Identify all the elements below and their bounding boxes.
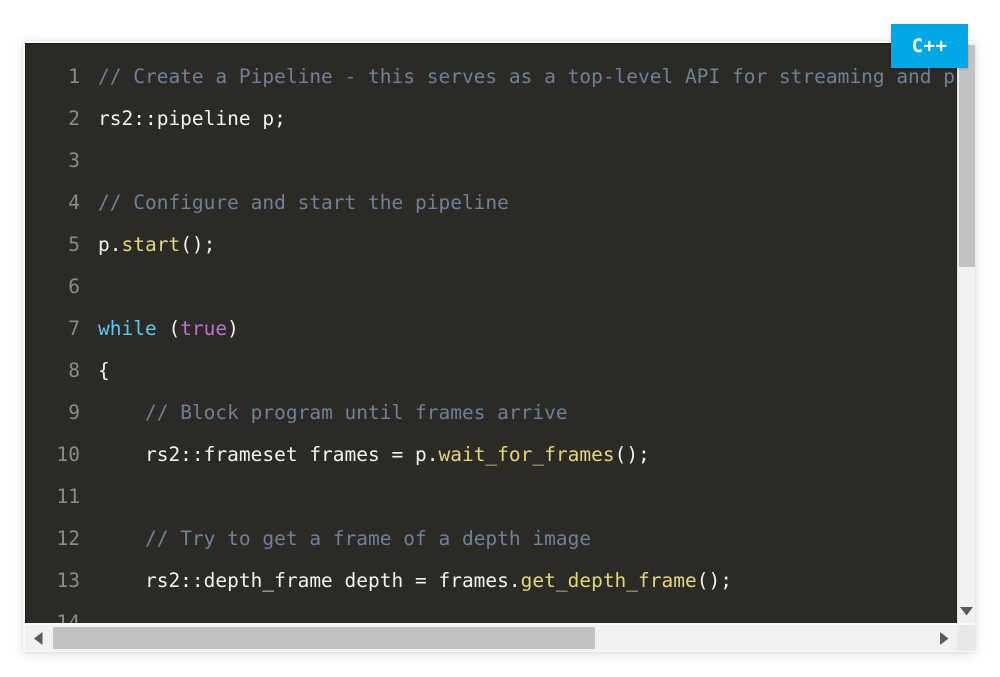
code-line: 7 while (true)	[26, 308, 957, 350]
code-line: 5 p.start();	[26, 224, 957, 266]
code-line: 14	[26, 602, 957, 623]
scroll-right-arrow-icon[interactable]	[931, 625, 957, 651]
line-source: {	[98, 359, 110, 382]
line-source: // Try to get a frame of a depth image	[98, 527, 591, 550]
line-source: p.start();	[98, 233, 215, 256]
code-token: // Configure and start the pipeline	[98, 191, 509, 214]
vertical-scrollbar[interactable]	[957, 43, 975, 623]
code-line: 11	[26, 476, 957, 518]
code-token: // Block program until frames arrive	[144, 401, 568, 424]
code-line: 1 // Create a Pipeline - this serves as a…	[26, 56, 957, 98]
code-line: 4 // Configure and start the pipeline	[26, 182, 957, 224]
code-line: 12 // Try to get a frame of a depth imag…	[26, 518, 957, 560]
code-token: rs2::frameset frames = p.	[98, 443, 439, 466]
code-token: while	[98, 317, 157, 340]
line-source: rs2::pipeline p;	[98, 107, 286, 130]
code-token: true	[180, 317, 228, 340]
line-source: rs2::depth_frame depth = frames.get_dept…	[98, 569, 732, 592]
code-line: 6	[26, 266, 957, 308]
line-source: while (true)	[98, 317, 239, 340]
line-source: // Create a Pipeline - this serves as a …	[98, 65, 957, 88]
code-token: p.	[98, 233, 122, 256]
line-number: 2	[68, 107, 80, 130]
horizontal-scrollbar-thumb[interactable]	[53, 627, 595, 649]
line-number: 3	[68, 149, 80, 172]
code-token: )	[227, 317, 239, 340]
vertical-scrollbar-thumb[interactable]	[959, 45, 975, 267]
code-token: {	[98, 359, 110, 382]
line-number: 6	[68, 275, 80, 298]
code-token: ();	[696, 569, 732, 592]
code-token: rs2::pipeline p;	[98, 107, 286, 130]
code-token: rs2::depth_frame depth = frames.	[98, 569, 521, 592]
scroll-left-arrow-icon[interactable]	[25, 625, 51, 651]
line-number: 4	[68, 191, 80, 214]
line-source: // Configure and start the pipeline	[98, 191, 509, 214]
code-token: start	[121, 233, 181, 256]
code-line: 10 rs2::frameset frames = p.wait_for_fra…	[26, 434, 957, 476]
code-token: wait_for_frames	[438, 443, 615, 466]
code-line: 8{	[26, 350, 957, 392]
line-number: 14	[56, 611, 80, 623]
code-token: // Try to get a frame of a depth image	[144, 527, 592, 550]
line-number: 12	[56, 527, 80, 550]
code-token: (	[156, 317, 181, 340]
code-line: 13 rs2::depth_frame depth = frames.get_d…	[26, 560, 957, 602]
code-snippet-page: 1 // Create a Pipeline - this serves as a…	[0, 0, 1000, 677]
line-source: // Block program until frames arrive	[98, 401, 568, 424]
line-number: 9	[68, 401, 80, 424]
code-content[interactable]: 1 // Create a Pipeline - this serves as a…	[26, 44, 957, 623]
line-number: 5	[68, 233, 80, 256]
code-line: 3	[26, 140, 957, 182]
code-line: 9 // Block program until frames arrive	[26, 392, 957, 434]
line-number: 10	[56, 443, 80, 466]
line-number: 13	[56, 569, 80, 592]
code-token: ();	[180, 233, 216, 256]
horizontal-scrollbar[interactable]	[25, 625, 957, 651]
line-source: rs2::frameset frames = p.wait_for_frames…	[98, 443, 650, 466]
code-token: ();	[614, 443, 650, 466]
language-badge: C++	[891, 24, 968, 68]
line-number: 11	[56, 485, 80, 508]
code-token: get_depth_frame	[520, 569, 697, 592]
code-token: // Create a Pipeline - this serves as a …	[98, 65, 957, 88]
line-number: 8	[68, 359, 80, 382]
line-number: 1	[68, 65, 80, 88]
code-viewport[interactable]: 1 // Create a Pipeline - this serves as a…	[25, 43, 957, 623]
scrollbar-corner	[957, 625, 975, 651]
code-line: 2 rs2::pipeline p;	[26, 98, 957, 140]
line-number: 7	[68, 317, 80, 340]
scroll-down-arrow-icon[interactable]	[958, 599, 975, 623]
